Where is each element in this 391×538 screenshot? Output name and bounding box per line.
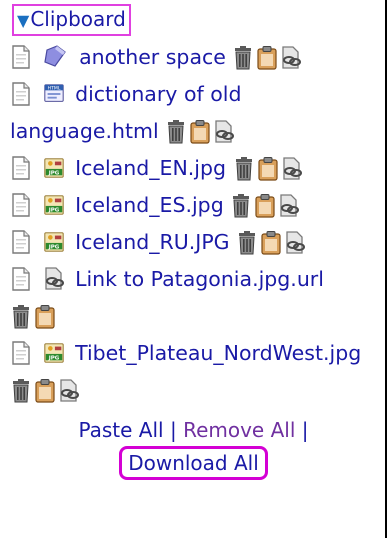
link-icon[interactable] [280,45,302,71]
trash-icon[interactable] [236,230,258,256]
document-icon[interactable] [10,81,32,107]
document-icon[interactable] [10,44,32,70]
item-name[interactable]: another space [79,45,226,69]
separator: | [301,418,309,442]
paste-icon[interactable] [260,230,282,256]
paste-all-link[interactable]: Paste All [78,418,163,442]
document-icon[interactable] [10,229,32,255]
url-link-file-icon [43,266,65,292]
list-item: Iceland_RU.JPG [10,223,377,260]
jpg-file-icon [43,155,65,181]
link-icon[interactable] [213,119,235,145]
item-name[interactable]: Tibet_Plateau_NordWest.jpg [75,341,361,365]
item-name[interactable]: Iceland_ES.jpg [75,193,224,217]
paste-icon[interactable] [34,304,56,330]
paste-icon[interactable] [189,119,211,145]
expand-triangle-icon: ▼ [17,11,30,30]
jpg-file-icon [43,340,65,366]
list-item: another space [10,38,377,75]
clipboard-toggle[interactable]: ▼Clipboard [12,4,131,36]
trash-icon[interactable] [10,304,32,330]
paste-icon[interactable] [256,45,278,71]
clipboard-list: another space dictionary of old language… [10,38,377,408]
link-icon[interactable] [284,230,306,256]
list-item: Link to Patagonia.jpg.url [10,260,377,334]
remove-all-link[interactable]: Remove All [183,418,295,442]
item-name[interactable]: Iceland_RU.JPG [75,230,230,254]
trash-icon[interactable] [10,378,32,404]
list-item: Iceland_EN.jpg [10,149,377,186]
document-icon[interactable] [10,266,32,292]
paste-icon[interactable] [34,378,56,404]
link-icon[interactable] [278,193,300,219]
jpg-file-icon [43,229,65,255]
item-name[interactable]: Link to Patagonia.jpg.url [75,267,324,291]
list-item: Iceland_ES.jpg [10,186,377,223]
clipboard-panel: ▼Clipboard another space dictionary of o… [0,0,387,538]
trash-icon[interactable] [230,193,252,219]
trash-icon[interactable] [232,45,254,71]
document-icon[interactable] [10,340,32,366]
paste-icon[interactable] [254,193,276,219]
list-item: Tibet_Plateau_NordWest.jpg [10,334,377,408]
clipboard-title: Clipboard [30,7,126,31]
folder-space-icon [43,44,69,70]
clipboard-actions: Paste All | Remove All | Download All [10,414,377,480]
trash-icon[interactable] [233,156,255,182]
html-file-icon [43,81,65,107]
document-icon[interactable] [10,155,32,181]
document-icon[interactable] [10,192,32,218]
list-item: dictionary of old language.html [10,75,377,149]
item-name[interactable]: Iceland_EN.jpg [75,156,226,180]
trash-icon[interactable] [165,119,187,145]
link-icon[interactable] [281,156,303,182]
paste-icon[interactable] [257,156,279,182]
separator: | [169,418,177,442]
link-icon[interactable] [58,378,80,404]
download-all-link[interactable]: Download All [119,446,268,480]
jpg-file-icon [43,192,65,218]
